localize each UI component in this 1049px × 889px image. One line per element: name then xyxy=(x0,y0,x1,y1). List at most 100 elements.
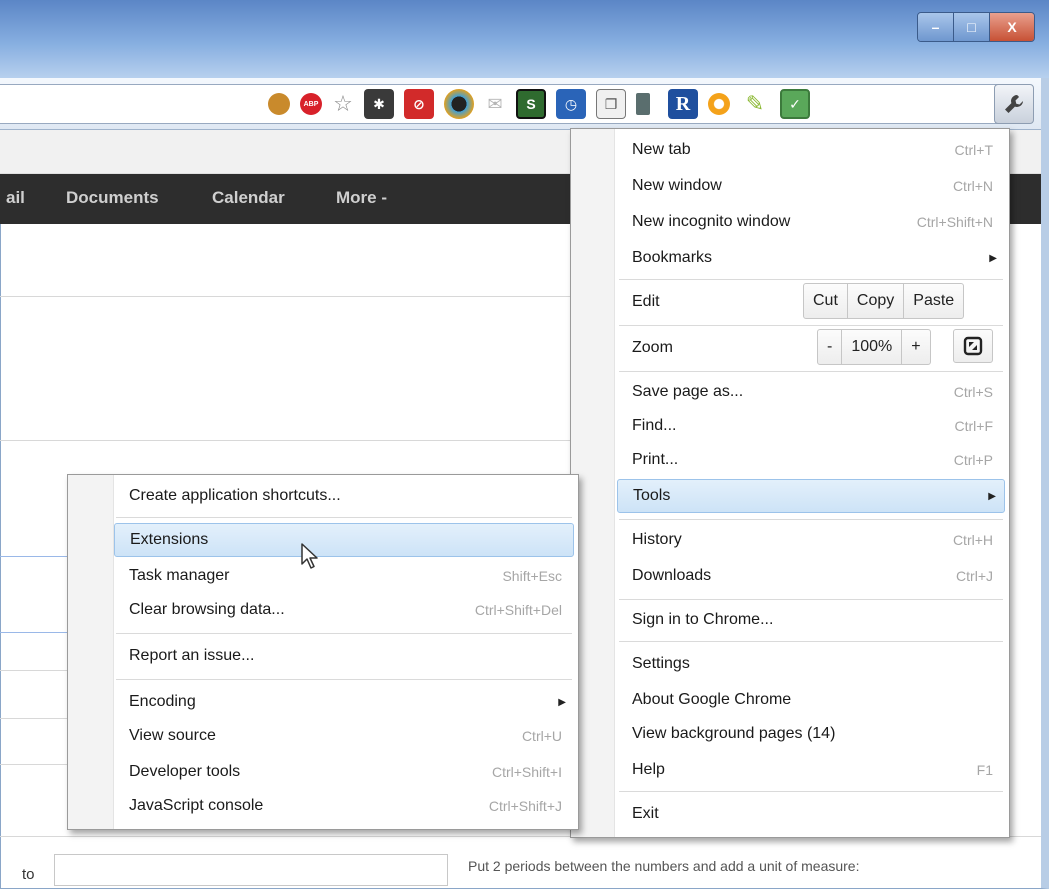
submenu-arrow-icon: ▶ xyxy=(988,490,996,502)
menu-item-label: Sign in to Chrome... xyxy=(632,611,774,628)
edit-button-group: Cut Copy Paste xyxy=(803,283,965,319)
r-extension-icon[interactable]: R xyxy=(668,89,698,119)
submenu-arrow-icon: ▶ xyxy=(989,252,997,264)
menu-item-tools[interactable]: Tools ▶ xyxy=(617,479,1005,513)
menu-separator xyxy=(116,679,572,680)
tools-submenu: Create application shortcuts... Extensio… xyxy=(67,474,579,830)
menu-item-help[interactable]: Help F1 xyxy=(617,755,1005,785)
menu-item-label: Developer tools xyxy=(129,763,241,780)
page-divider xyxy=(0,764,72,765)
menu-separator xyxy=(619,325,1003,326)
wrench-menu-button[interactable] xyxy=(994,84,1034,124)
document-icon[interactable]: ❐ xyxy=(596,89,626,119)
menu-item-label: JavaScript console xyxy=(129,797,264,814)
page-divider xyxy=(0,632,72,633)
menu-item-find[interactable]: Find... Ctrl+F xyxy=(617,411,1005,441)
menu-separator xyxy=(619,791,1003,792)
green-square-icon[interactable]: ✓ xyxy=(780,89,810,119)
menu-item-sign-in[interactable]: Sign in to Chrome... xyxy=(617,605,1005,635)
gbar-item-mail[interactable]: ail xyxy=(6,188,25,208)
copy-button[interactable]: Copy xyxy=(848,284,905,318)
zoom-in-button[interactable]: + xyxy=(902,330,929,364)
menu-item-label: Find... xyxy=(632,417,677,434)
menu-item-label: Print... xyxy=(632,451,679,468)
menu-item-task-manager[interactable]: Task manager Shift+Esc xyxy=(114,561,574,591)
gbar-item-calendar[interactable]: Calendar xyxy=(212,188,285,208)
menu-item-label: Report an issue... xyxy=(129,647,255,664)
menu-item-shortcut: Ctrl+Shift+Del xyxy=(474,602,562,618)
mail-icon[interactable]: ✉ xyxy=(484,93,506,115)
page-divider xyxy=(0,440,570,441)
menu-item-shortcut: Ctrl+Shift+J xyxy=(488,798,562,814)
menu-item-label: Downloads xyxy=(632,567,712,584)
menu-item-save-page[interactable]: Save page as... Ctrl+S xyxy=(617,377,1005,407)
menu-item-shortcut: Ctrl+F xyxy=(954,418,994,434)
maximize-button[interactable]: □ xyxy=(954,13,990,41)
cookie-icon[interactable] xyxy=(268,93,290,115)
book-icon[interactable] xyxy=(636,93,650,115)
clock-icon[interactable]: ◷ xyxy=(556,89,586,119)
gbar-item-more[interactable]: More - xyxy=(336,188,387,208)
menu-item-label: Bookmarks xyxy=(632,249,713,266)
minimize-button[interactable]: – xyxy=(918,13,954,41)
extension-icons: ABP ☆ ✱ ⊘ ✉ S ◷ ❐ R ✎ ✓ xyxy=(268,86,820,122)
menu-item-extensions[interactable]: Extensions xyxy=(114,523,574,557)
menu-item-about[interactable]: About Google Chrome xyxy=(617,685,1005,715)
menu-item-label: Extensions xyxy=(130,531,209,548)
menu-item-print[interactable]: Print... Ctrl+P xyxy=(617,445,1005,475)
cut-button[interactable]: Cut xyxy=(804,284,848,318)
menu-item-new-incognito-window[interactable]: New incognito window Ctrl+Shift+N xyxy=(617,207,1005,237)
menu-item-exit[interactable]: Exit xyxy=(617,799,1005,829)
window-controls: – □ X xyxy=(917,12,1035,42)
orange-circle-icon[interactable] xyxy=(708,93,730,115)
menu-item-report-issue[interactable]: Report an issue... xyxy=(114,641,574,671)
page-divider xyxy=(0,718,72,719)
menu-item-settings[interactable]: Settings xyxy=(617,649,1005,679)
bird-icon[interactable]: ✎ xyxy=(740,89,770,119)
zoom-level: 100% xyxy=(842,330,903,364)
asterisk-extension-icon[interactable]: ✱ xyxy=(364,89,394,119)
menu-separator xyxy=(619,641,1003,642)
color-wheel-icon[interactable] xyxy=(444,89,474,119)
star-icon[interactable]: ☆ xyxy=(332,91,354,116)
menu-item-shortcut: Ctrl+S xyxy=(953,384,993,400)
menu-item-new-window[interactable]: New window Ctrl+N xyxy=(617,171,1005,201)
menu-item-label: History xyxy=(632,531,682,548)
menu-separator xyxy=(619,371,1003,372)
menu-item-bookmarks[interactable]: Bookmarks ▶ xyxy=(617,243,1005,273)
menu-item-shortcut: F1 xyxy=(976,762,993,778)
fullscreen-button[interactable] xyxy=(953,329,993,363)
menu-item-label: Tools xyxy=(633,487,671,504)
menu-item-shortcut: Ctrl+T xyxy=(954,142,994,158)
menu-item-label: Help xyxy=(632,761,665,778)
menu-item-shortcut: Ctrl+Shift+I xyxy=(491,764,562,780)
menu-item-downloads[interactable]: Downloads Ctrl+J xyxy=(617,561,1005,591)
menu-item-history[interactable]: History Ctrl+H xyxy=(617,525,1005,555)
menu-item-shortcut: Ctrl+P xyxy=(953,452,993,468)
menu-item-view-source[interactable]: View source Ctrl+U xyxy=(114,721,574,751)
menu-item-label: Settings xyxy=(632,655,690,672)
menu-item-create-shortcuts[interactable]: Create application shortcuts... xyxy=(114,481,574,511)
menu-item-label: About Google Chrome xyxy=(632,691,792,708)
menu-item-new-tab[interactable]: New tab Ctrl+T xyxy=(617,135,1005,165)
menu-separator xyxy=(116,517,572,518)
menu-item-label: View source xyxy=(129,727,216,744)
menu-item-shortcut: Shift+Esc xyxy=(502,568,562,584)
menu-item-background-pages[interactable]: View background pages (14) xyxy=(617,719,1005,749)
menu-item-label: New tab xyxy=(632,141,691,158)
hint-text: Put 2 periods between the numbers and ad… xyxy=(468,858,860,874)
menu-item-javascript-console[interactable]: JavaScript console Ctrl+Shift+J xyxy=(114,791,574,821)
zoom-out-button[interactable]: - xyxy=(818,330,843,364)
menu-separator xyxy=(619,519,1003,520)
menu-item-developer-tools[interactable]: Developer tools Ctrl+Shift+I xyxy=(114,757,574,787)
range-input[interactable] xyxy=(54,854,448,886)
mouse-cursor-icon xyxy=(301,543,318,569)
menu-item-encoding[interactable]: Encoding ▶ xyxy=(114,687,574,717)
gbar-item-documents[interactable]: Documents xyxy=(66,188,159,208)
menu-item-clear-browsing-data[interactable]: Clear browsing data... Ctrl+Shift+Del xyxy=(114,595,574,625)
paste-button[interactable]: Paste xyxy=(904,284,963,318)
close-button[interactable]: X xyxy=(990,13,1034,41)
adblock-icon[interactable]: ABP xyxy=(300,93,322,115)
s-extension-icon[interactable]: S xyxy=(516,89,546,119)
stop-extension-icon[interactable]: ⊘ xyxy=(404,89,434,119)
